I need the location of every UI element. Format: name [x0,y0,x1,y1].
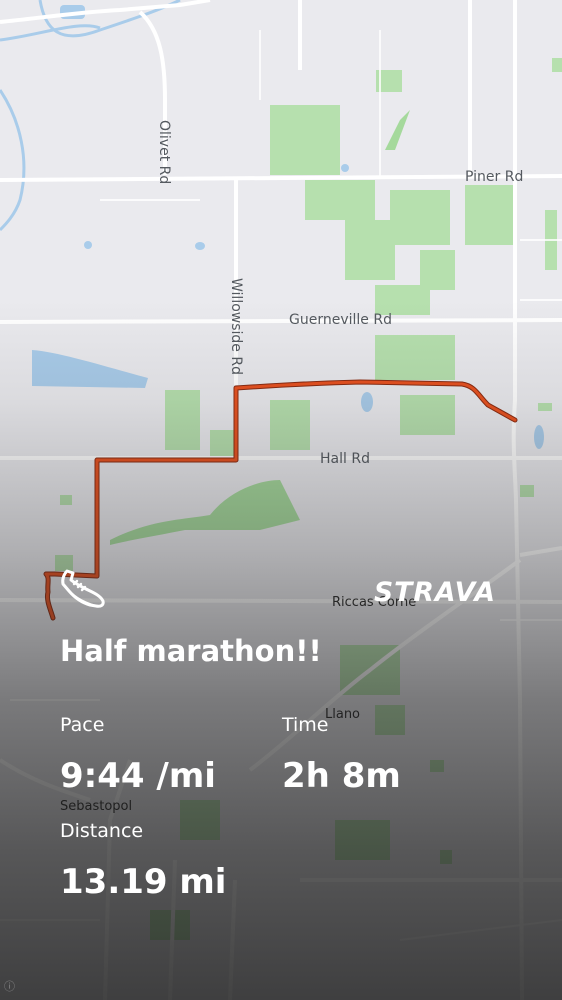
road-label-llano: Llano [325,707,360,722]
road-label-hall: Hall Rd [320,451,370,467]
distance-label: Distance [60,820,144,842]
activity-title: Half marathon!! [60,634,322,668]
pond-4 [84,241,92,249]
road-label-olivet: Olivet Rd [156,120,172,184]
pace-value: 9:44 /mi [60,756,216,796]
running-shoe-icon [58,568,106,610]
time-value: 2h 8m [282,756,401,796]
route-map[interactable]: Olivet Rd Piner Rd Willowside Rd Guernev… [0,0,562,1000]
pace-label: Pace [60,714,105,736]
town-label-sebastopol: Sebastopol [60,799,132,814]
pond-2 [361,392,373,412]
road-label-guerneville: Guerneville Rd [289,312,392,328]
svg-text:STRAVA: STRAVA [374,577,496,608]
strava-logo: STRAVA [374,574,498,608]
time-label: Time [282,714,329,736]
pond-5 [195,242,205,250]
pond-6 [341,164,349,172]
pond-3 [534,425,544,449]
road-label-piner: Piner Rd [465,169,523,185]
distance-value: 13.19 mi [60,862,227,902]
map-attribution-info-icon[interactable]: ⓘ [4,978,15,994]
road-label-willowside: Willowside Rd [228,278,244,375]
